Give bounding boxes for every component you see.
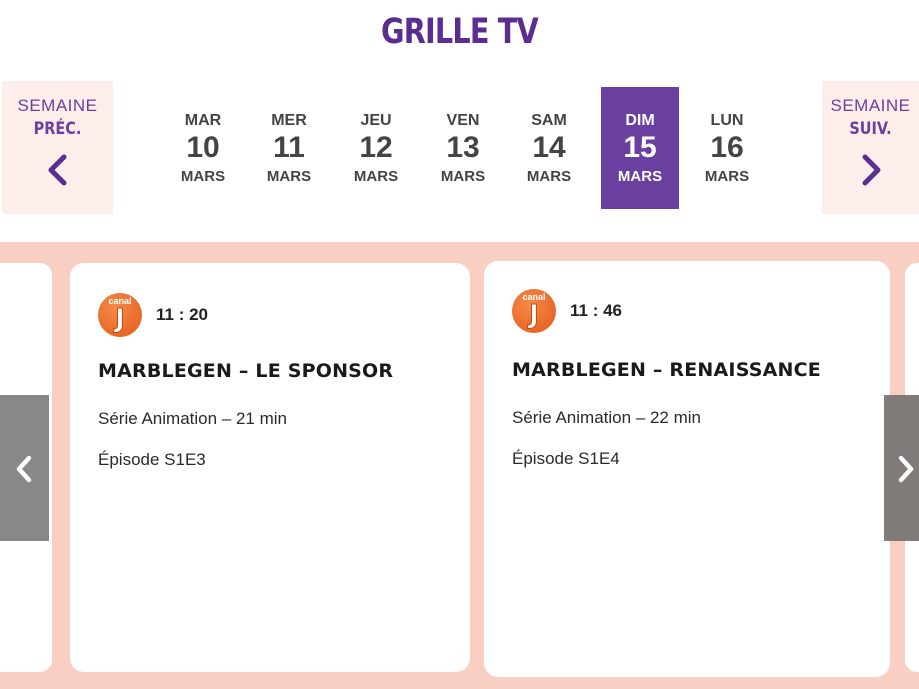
program-title: MARBLEGEN – RENAISSANCE: [512, 359, 821, 381]
carousel-next-button[interactable]: [884, 395, 919, 541]
day-name: VEN: [446, 112, 480, 129]
day-tab-0[interactable]: MAR 10 MARS: [164, 87, 242, 209]
program-episode: Épisode S1E3: [98, 450, 206, 469]
day-selector: MAR 10 MARS MER 11 MARS JEU 12 MARS VEN …: [164, 87, 770, 209]
day-name: MER: [271, 112, 307, 129]
previous-week-label-line2: PRÉC.: [33, 119, 82, 139]
day-month: MARS: [440, 168, 486, 185]
program-card[interactable]: canal J 11 : 20 MARBLEGEN – LE SPONSOR S…: [70, 263, 470, 672]
day-number: 12: [359, 131, 393, 164]
header: GRILLE TV SEMAINE PRÉC. MAR 10 MARS MER …: [0, 0, 919, 242]
page-title: GRILLE TV: [381, 12, 539, 52]
program-card[interactable]: canal J 11 : 46 MARBLEGEN – RENAISSANCE …: [484, 261, 890, 677]
day-number: 14: [532, 131, 566, 164]
channel-logo: canal J: [512, 289, 556, 333]
day-tab-5-selected[interactable]: DIM 15 MARS: [601, 87, 679, 209]
day-month: MARS: [617, 168, 663, 185]
previous-week-label-line1: SEMAINE: [17, 96, 98, 115]
chevron-right-icon: [862, 154, 880, 186]
program-header: canal J 11 : 20: [98, 293, 208, 337]
program-genre: Série Animation – 21 min: [98, 409, 287, 428]
next-week-label-line2: SUIV.: [849, 119, 892, 139]
program-carousel: canal J 11 : 20 MARBLEGEN – LE SPONSOR S…: [0, 242, 919, 689]
day-tab-1[interactable]: MER 11 MARS: [250, 87, 328, 209]
program-time: 11 : 20: [156, 305, 208, 324]
day-name: SAM: [531, 112, 567, 129]
previous-week-button[interactable]: SEMAINE PRÉC.: [2, 81, 113, 214]
channel-logo-letter: J: [529, 300, 540, 331]
carousel-prev-button[interactable]: [0, 395, 49, 541]
day-tab-3[interactable]: VEN 13 MARS: [424, 87, 502, 209]
day-month: MARS: [266, 168, 312, 185]
next-week-button[interactable]: SEMAINE SUIV.: [822, 81, 919, 214]
program-title: MARBLEGEN – LE SPONSOR: [98, 360, 394, 382]
day-month: MARS: [180, 168, 226, 185]
day-month: MARS: [704, 168, 750, 185]
day-name: LUN: [710, 112, 744, 129]
day-tab-2[interactable]: JEU 12 MARS: [337, 87, 415, 209]
day-month: MARS: [353, 168, 399, 185]
day-number: 10: [186, 131, 220, 164]
day-name: MAR: [184, 112, 222, 129]
next-week-label-line1: SEMAINE: [830, 96, 911, 115]
program-time: 11 : 46: [570, 301, 622, 320]
program-episode: Épisode S1E4: [512, 449, 620, 468]
program-header: canal J 11 : 46: [512, 289, 622, 333]
day-tab-4[interactable]: SAM 14 MARS: [510, 87, 588, 209]
chevron-left-icon: [16, 455, 32, 483]
channel-logo: canal J: [98, 293, 142, 337]
day-tab-6[interactable]: LUN 16 MARS: [688, 87, 766, 209]
day-number: 13: [446, 131, 480, 164]
day-number: 15: [623, 131, 657, 164]
program-genre: Série Animation – 22 min: [512, 408, 701, 427]
day-month: MARS: [526, 168, 572, 185]
channel-logo-letter: J: [115, 304, 126, 335]
chevron-right-icon: [898, 455, 914, 483]
day-number: 11: [273, 131, 305, 164]
day-name: DIM: [625, 112, 655, 129]
day-name: JEU: [360, 112, 392, 129]
chevron-left-icon: [48, 154, 66, 186]
day-number: 16: [710, 131, 744, 164]
